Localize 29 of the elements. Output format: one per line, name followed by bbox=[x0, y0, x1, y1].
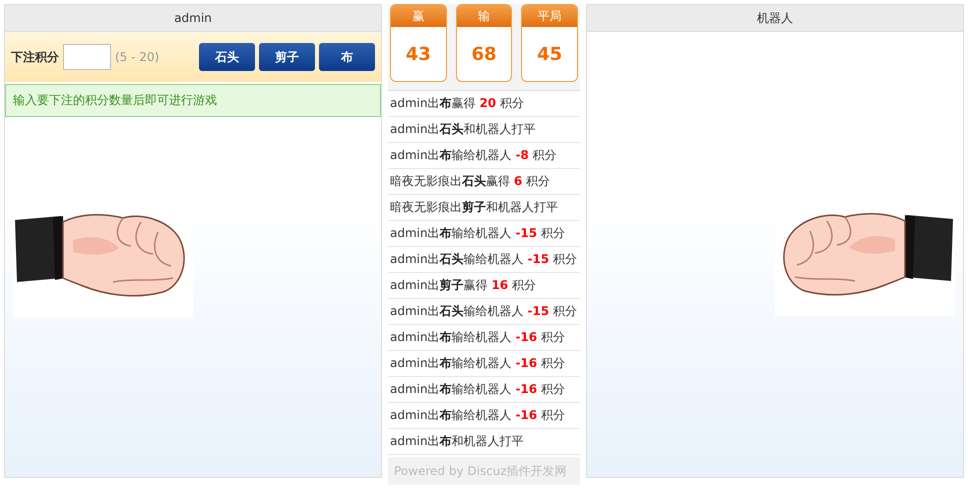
stat-label: 赢 bbox=[391, 5, 446, 27]
log-entry: admin出布输给机器人 -16 积分 bbox=[388, 403, 580, 429]
log-entry: admin出布输给机器人 -16 积分 bbox=[388, 325, 580, 351]
move-button[interactable]: 布 bbox=[319, 43, 375, 71]
log-entry: admin出布输给机器人 -16 积分 bbox=[388, 351, 580, 377]
log-entry: admin出布输给机器人 -16 积分 bbox=[388, 377, 580, 403]
stat-value: 68 bbox=[470, 42, 498, 66]
log-entry: admin出石头输给机器人 -15 积分 bbox=[388, 299, 580, 325]
log-entry: admin出布输给机器人 -8 积分 bbox=[388, 143, 580, 169]
log-entry: admin出布赢得 20 积分 bbox=[388, 91, 580, 117]
stat-label: 输 bbox=[456, 5, 512, 27]
bet-range: (5 - 20) bbox=[115, 50, 160, 64]
move-button[interactable]: 剪子 bbox=[259, 43, 315, 71]
log-entry: 暗夜无影痕出石头赢得 6 积分 bbox=[388, 169, 580, 195]
hint-message: 输入要下注的积分数量后即可进行游戏 bbox=[5, 84, 381, 117]
log-entry: admin出剪子赢得 16 积分 bbox=[388, 273, 580, 299]
log-entry: admin出布和机器人打平 bbox=[388, 429, 580, 455]
move-button[interactable]: 石头 bbox=[199, 43, 255, 71]
log-entry: admin出布输给机器人 -15 积分 bbox=[388, 221, 580, 247]
stat-value: 43 bbox=[404, 42, 432, 66]
panel-title: admin bbox=[5, 5, 381, 32]
stat-value: 45 bbox=[536, 42, 564, 66]
bet-label: 下注积分 bbox=[11, 48, 59, 66]
log-entry: admin出石头输给机器人 -15 积分 bbox=[388, 247, 580, 273]
panel-title: 机器人 bbox=[587, 5, 963, 32]
log-entry: admin出石头和机器人打平 bbox=[388, 117, 580, 143]
bet-input-field[interactable] bbox=[63, 44, 111, 70]
log-entry: 暗夜无影痕出剪子和机器人打平 bbox=[388, 195, 580, 221]
stat-label: 平局 bbox=[522, 5, 578, 27]
